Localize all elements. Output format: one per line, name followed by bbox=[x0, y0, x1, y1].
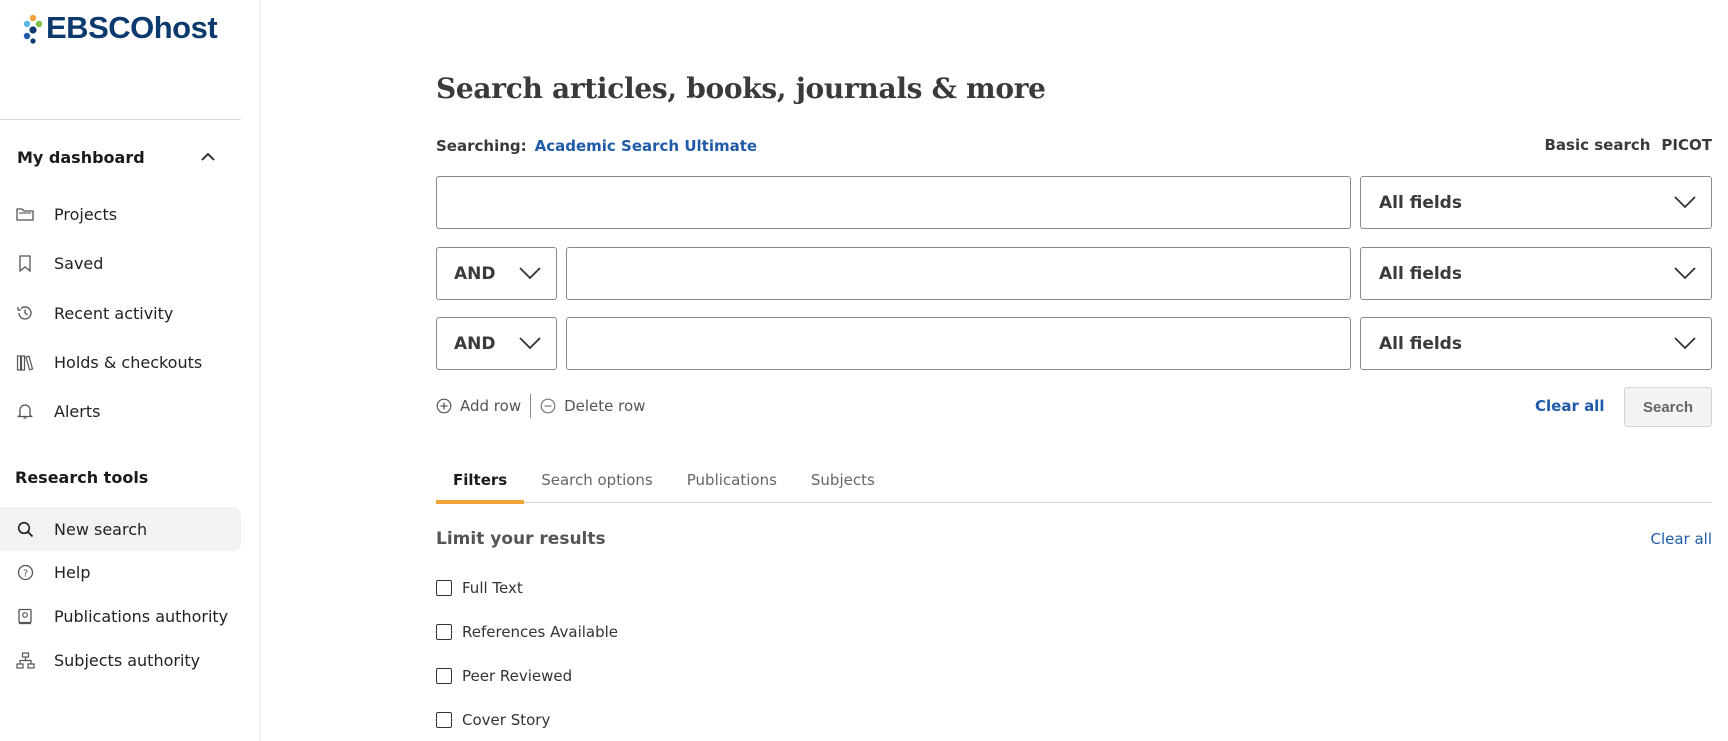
limiter-label: Cover Story bbox=[462, 711, 551, 729]
limiter-full-text[interactable]: Full Text bbox=[436, 579, 523, 597]
chevron-down-icon bbox=[1674, 337, 1696, 350]
sidebar-divider bbox=[0, 119, 241, 120]
chevron-up-icon bbox=[201, 152, 215, 161]
dashboard-title: My dashboard bbox=[17, 147, 145, 167]
search-mode-links: Basic search PICOT bbox=[1544, 136, 1712, 154]
chevron-down-icon bbox=[519, 337, 541, 350]
svg-text:?: ? bbox=[22, 568, 27, 579]
page-title: Search articles, books, journals & more bbox=[436, 72, 1046, 105]
checkbox[interactable] bbox=[436, 624, 452, 640]
sidebar-item-label: Saved bbox=[54, 253, 104, 273]
search-input[interactable] bbox=[436, 176, 1351, 229]
hierarchy-icon bbox=[15, 650, 35, 670]
sidebar-item-projects[interactable]: Projects bbox=[0, 192, 241, 236]
picot-link[interactable]: PICOT bbox=[1661, 136, 1712, 154]
database-link[interactable]: Academic Search Ultimate bbox=[535, 137, 757, 155]
sidebar-item-holds-checkouts[interactable]: Holds & checkouts bbox=[0, 340, 241, 384]
tab-subjects[interactable]: Subjects bbox=[794, 456, 892, 503]
clear-all-limiters-link[interactable]: Clear all bbox=[1650, 530, 1712, 548]
boolean-operator-select[interactable]: AND bbox=[436, 247, 557, 300]
limiter-label: Full Text bbox=[462, 579, 523, 597]
sidebar-item-publications-authority[interactable]: Publications authority bbox=[0, 594, 241, 638]
limiter-references-available[interactable]: References Available bbox=[436, 623, 618, 641]
sidebar-item-saved[interactable]: Saved bbox=[0, 241, 241, 285]
basic-search-link[interactable]: Basic search bbox=[1544, 136, 1650, 154]
chevron-down-icon bbox=[519, 267, 541, 280]
tab-search-options[interactable]: Search options bbox=[524, 456, 670, 503]
search-button[interactable]: Search bbox=[1624, 387, 1712, 427]
tab-publications[interactable]: Publications bbox=[670, 456, 794, 503]
search-row: AND All fields bbox=[436, 247, 1712, 300]
ebsco-flower-icon bbox=[23, 14, 43, 44]
limiter-label: Peer Reviewed bbox=[462, 667, 573, 685]
bookmark-icon bbox=[15, 253, 35, 273]
field-select[interactable]: All fields bbox=[1360, 176, 1712, 229]
delete-row-label: Delete row bbox=[564, 397, 646, 415]
filter-tabs: Filters Search options Publications Subj… bbox=[436, 456, 1712, 504]
sidebar-item-alerts[interactable]: Alerts bbox=[0, 389, 241, 433]
search-input[interactable] bbox=[566, 317, 1351, 370]
checkbox[interactable] bbox=[436, 580, 452, 596]
sidebar-item-label: Help bbox=[54, 562, 91, 582]
limit-results-title: Limit your results bbox=[436, 529, 606, 549]
brand-name: EBSCOhost bbox=[46, 10, 218, 45]
sidebar-item-label: Publications authority bbox=[54, 606, 229, 626]
searching-label: Searching: bbox=[436, 137, 527, 155]
sidebar-item-recent-activity[interactable]: Recent activity bbox=[0, 291, 241, 335]
minus-circle-icon bbox=[540, 398, 556, 414]
checkbox[interactable] bbox=[436, 712, 452, 728]
limiter-cover-story[interactable]: Cover Story bbox=[436, 711, 550, 729]
folder-icon bbox=[15, 204, 35, 224]
boolean-operator-value: AND bbox=[454, 333, 496, 354]
tab-filters[interactable]: Filters bbox=[436, 456, 525, 504]
add-row-button[interactable]: Add row bbox=[436, 397, 521, 415]
boolean-operator-value: AND bbox=[454, 263, 496, 284]
search-icon bbox=[15, 519, 35, 539]
checkbox[interactable] bbox=[436, 668, 452, 684]
field-select[interactable]: All fields bbox=[1360, 247, 1712, 300]
limiter-peer-reviewed[interactable]: Peer Reviewed bbox=[436, 667, 572, 685]
help-icon: ? bbox=[15, 562, 35, 582]
add-row-label: Add row bbox=[460, 397, 522, 415]
sidebar-item-label: Subjects authority bbox=[54, 650, 201, 670]
research-tools-title: Research tools bbox=[15, 468, 149, 487]
search-input[interactable] bbox=[566, 247, 1351, 300]
limiter-label: References Available bbox=[462, 623, 619, 641]
sidebar-item-label: Holds & checkouts bbox=[54, 352, 203, 372]
field-select-value: All fields bbox=[1379, 263, 1462, 284]
history-icon bbox=[15, 303, 35, 323]
clear-all-button[interactable]: Clear all bbox=[1535, 397, 1604, 415]
main-content: Search articles, books, journals & more … bbox=[436, 0, 1712, 741]
chevron-down-icon bbox=[1674, 196, 1696, 209]
sidebar: EBSCOhost My dashboard Projects Saved Re… bbox=[0, 0, 260, 741]
field-select-value: All fields bbox=[1379, 192, 1462, 213]
books-icon bbox=[15, 352, 35, 372]
boolean-operator-select[interactable]: AND bbox=[436, 317, 557, 370]
search-row: AND All fields bbox=[436, 317, 1712, 370]
field-select[interactable]: All fields bbox=[1360, 317, 1712, 370]
searching-info: Searching: Academic Search Ultimate bbox=[436, 137, 757, 155]
sidebar-item-label: Projects bbox=[54, 204, 118, 224]
search-row: All fields bbox=[436, 176, 1712, 229]
publication-icon bbox=[15, 606, 35, 626]
dashboard-toggle[interactable]: My dashboard bbox=[17, 146, 217, 168]
ebscohost-logo[interactable]: EBSCOhost bbox=[22, 10, 218, 46]
row-actions: Add row Delete row bbox=[436, 394, 645, 418]
field-select-value: All fields bbox=[1379, 333, 1462, 354]
plus-circle-icon bbox=[436, 398, 452, 414]
action-divider bbox=[530, 394, 532, 418]
sidebar-item-label: Alerts bbox=[54, 401, 101, 421]
delete-row-button[interactable]: Delete row bbox=[540, 397, 645, 415]
sidebar-item-new-search[interactable]: New search bbox=[0, 507, 241, 551]
sidebar-item-label: New search bbox=[54, 519, 148, 539]
sidebar-item-label: Recent activity bbox=[54, 303, 174, 323]
chevron-down-icon bbox=[1674, 267, 1696, 280]
sidebar-item-help[interactable]: ? Help bbox=[0, 550, 241, 594]
bell-icon bbox=[15, 401, 35, 421]
sidebar-item-subjects-authority[interactable]: Subjects authority bbox=[0, 638, 241, 682]
